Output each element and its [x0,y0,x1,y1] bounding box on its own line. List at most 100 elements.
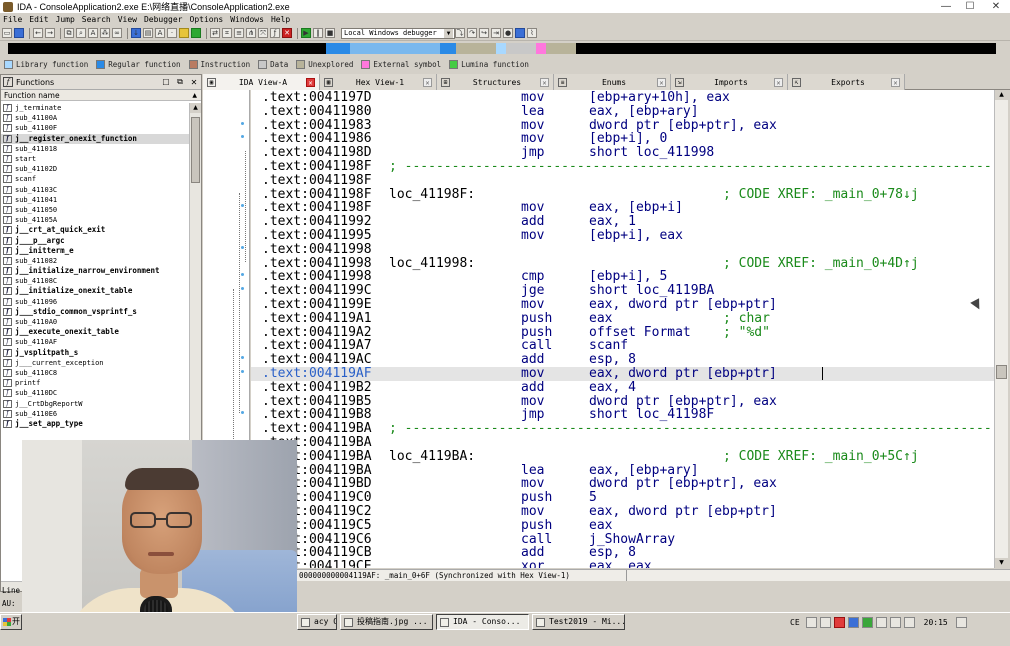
close-button[interactable]: ✕ [982,0,1010,13]
function-list-item[interactable]: f printf [1,378,189,388]
taskbar-button[interactable]: Test2019 - Mi... [532,614,625,630]
tab-close-icon[interactable]: ✕ [306,77,315,87]
breakpoint-dot[interactable] [241,356,244,360]
code-line[interactable]: .text:0041197D mov [ebp+ary+10h], eax [251,91,994,105]
pause-icon[interactable]: ‖ [313,28,323,38]
maximize-button[interactable]: ☐ [958,0,982,13]
breakpoint-dot[interactable] [241,287,244,291]
back-icon[interactable]: ← [33,28,43,38]
code-operands[interactable]: eax, dword ptr [ebp+ptr] [589,505,777,519]
code-line[interactable]: .text:0041198F [251,173,994,188]
function-list-item[interactable]: f sub_41103C [1,185,189,195]
function-list-item[interactable]: f sub_411018 [1,144,189,154]
code-line[interactable]: .text:00411998 [251,242,994,257]
breakpoint-dot[interactable] [241,121,244,125]
enum-icon[interactable]: ≡ [234,28,244,38]
security-icon[interactable] [861,616,873,628]
function-list-item[interactable]: f j_terminate [1,103,189,113]
function-list-item[interactable]: f sub_411082 [1,256,189,266]
function-list-item[interactable]: f j__execute_onexit_table [1,327,189,337]
code-operands[interactable]: eax, [ebp+ary] [589,104,699,119]
code-line[interactable]: .text:00411995 mov [ebp+i], eax [251,229,994,243]
step-over-icon[interactable]: ↷ [467,28,477,38]
ime-icon[interactable] [903,616,915,628]
code-line[interactable]: .text:004119C5 push eax [251,518,994,533]
code-operands[interactable]: eax [589,311,612,326]
mark-icon[interactable]: · [167,28,177,38]
proximity-icon[interactable]: ⤧ [258,28,268,38]
function-name-column-header[interactable]: Function name ▲ [1,90,201,101]
code-operands[interactable]: eax, eax [589,560,652,568]
language-indicator[interactable]: CE [790,618,800,627]
function-list-item[interactable]: f sub_41105A [1,215,189,225]
tracing-icon[interactable]: ⌇ [527,28,537,38]
function-list-item[interactable]: f sub_41108C [1,276,189,286]
tab-structures[interactable]: ⊞ Structures ✕ [437,74,554,90]
tab-close-icon[interactable]: ✕ [540,77,549,87]
code-operands[interactable]: eax, dword ptr [ebp+ptr] [589,367,777,381]
trace-icon[interactable] [515,28,525,38]
jump-icon[interactable]: ↓ [131,28,141,38]
scroll-up-icon[interactable]: ▲ [995,90,1008,100]
tab-hex-view-1[interactable]: ▦ Hex View-1 ✕ [320,74,437,90]
menu-item-jump[interactable]: Jump [56,15,75,24]
code-line[interactable]: .text:0041199E mov eax, dword ptr [ebp+ptr… [251,298,994,312]
code-line[interactable]: .text:004119BA loc_4119BA:; CODE XREF: _m… [251,449,994,464]
search-icon[interactable]: ⌕ [76,28,86,38]
function-list-item[interactable]: f j___current_exception [1,358,189,368]
run-icon[interactable]: ▶ [301,28,311,38]
menu-item-file[interactable]: File [3,15,22,24]
tab-close-icon[interactable]: ✕ [774,77,783,87]
breakpoint-dot[interactable] [241,245,244,249]
code-label[interactable]: loc_4119BA: [389,449,475,464]
menu-item-view[interactable]: View [118,15,137,24]
minimize-button[interactable]: — [934,0,958,13]
netease-icon[interactable] [833,616,845,628]
tab-close-icon[interactable]: ✕ [423,77,432,87]
step-into-icon[interactable]: ⤵ [455,28,465,38]
taskbar-button[interactable]: IDA - Conso... [436,614,529,630]
function-list-item[interactable]: f j__CrtDbgReportW [1,398,189,408]
code-line[interactable]: .text:004119C2 mov eax, dword ptr [ebp+ptr… [251,505,994,519]
struct-icon[interactable]: ⌗ [222,28,232,38]
keyboard-icon[interactable] [805,616,817,628]
menu-item-help[interactable]: Help [271,15,290,24]
function-list-item[interactable]: f j__initialize_onexit_table [1,286,189,296]
breakpoint-dot[interactable] [241,135,244,139]
copy-icon[interactable]: ⧉ [64,28,74,38]
function-list-item[interactable]: f j___p__argc [1,235,189,245]
code-label[interactable]: loc_411998: [389,256,475,271]
function-list-item[interactable]: f sub_411041 [1,195,189,205]
search-binary-icon[interactable]: ⁂ [100,28,110,38]
taskbar-button[interactable]: acy O... [297,614,337,630]
function-list-item[interactable]: f sub_4110DC [1,388,189,398]
graph-view-icon[interactable]: ⋔ [246,28,256,38]
panel-restore-icon[interactable]: ☐ [159,78,173,87]
code-operands[interactable]: eax, 4 [589,380,636,395]
function-list-item[interactable]: f sub_4110E6 [1,409,189,419]
function-list-item[interactable]: f sub_41100F [1,123,189,133]
save-icon[interactable] [14,28,24,38]
scroll-up-icon[interactable]: ▲ [190,103,201,113]
breakpoint-dot[interactable] [241,204,244,208]
function-list-item[interactable]: f j___stdio_common_vsprintf_s [1,307,189,317]
code-label[interactable]: loc_41198F: [389,187,475,202]
run-to-cursor-icon[interactable]: ⇥ [491,28,501,38]
tab-exports[interactable]: ⇱ Exports ✕ [788,74,905,90]
debugger-select[interactable]: Local Windows debugger [341,27,455,39]
open-icon[interactable]: ▭ [2,28,12,38]
network-icon[interactable] [847,616,859,628]
breakpoint-dot[interactable] [241,273,244,277]
function-list-item[interactable]: f j__initialize_narrow_environment [1,266,189,276]
step-out-icon[interactable]: ↪ [479,28,489,38]
stop-icon[interactable]: ■ [325,28,335,38]
tab-close-icon[interactable]: ✕ [891,77,900,87]
code-line[interactable]: .text:00411980 lea eax, [ebp+ary] [251,104,994,119]
function-list-item[interactable]: f sub_4110A0 [1,317,189,327]
tab-ida-view-a[interactable]: ▣ IDA View-A ✕ [203,74,320,90]
scroll-thumb[interactable] [191,117,200,183]
breakpoint-icon[interactable]: ● [503,28,513,38]
breakpoint-dot[interactable] [241,411,244,415]
code-operands[interactable]: [ebp+ary+10h], eax [589,91,730,105]
function-list-item[interactable]: f j__register_onexit_function [1,133,189,144]
